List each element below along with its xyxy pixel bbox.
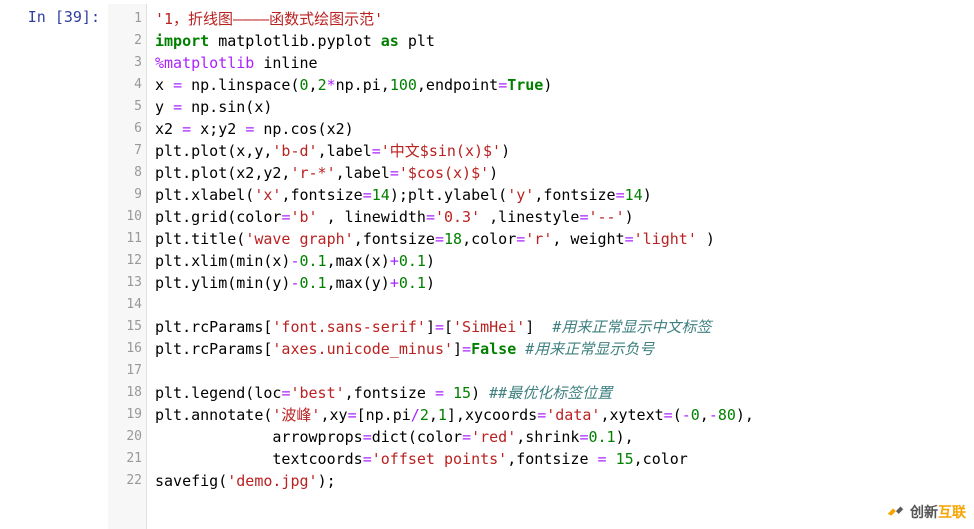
- code-line: import matplotlib.pyplot as plt: [155, 30, 974, 52]
- line-number: 10: [108, 206, 142, 228]
- code-line: plt.title('wave graph',fontsize=18,color…: [155, 228, 974, 250]
- line-number: 14: [108, 294, 142, 316]
- line-number: 2: [108, 30, 142, 52]
- code-line: plt.annotate('波峰',xy=[np.pi/2,1],xycoord…: [155, 404, 974, 426]
- line-number: 11: [108, 228, 142, 250]
- line-number: 4: [108, 74, 142, 96]
- line-number-gutter: 12345678910111213141516171819202122: [108, 4, 147, 529]
- code-line: plt.plot(x2,y2,'r-*',label='$cos(x)$'): [155, 162, 974, 184]
- line-number: 3: [108, 52, 142, 74]
- code-line: plt.legend(loc='best',fontsize = 15) ##最…: [155, 382, 974, 404]
- line-number: 6: [108, 118, 142, 140]
- line-number: 18: [108, 382, 142, 404]
- line-number: 12: [108, 250, 142, 272]
- code-line: [155, 360, 974, 382]
- line-number: 16: [108, 338, 142, 360]
- logo-text: 互联: [938, 502, 966, 522]
- code-line: [155, 294, 974, 316]
- code-line: textcoords='offset points',fontsize = 15…: [155, 448, 974, 470]
- prompt-number: [39]:: [55, 8, 100, 26]
- line-number: 20: [108, 426, 142, 448]
- code-line: x2 = x;y2 = np.cos(x2): [155, 118, 974, 140]
- watermark-logo: 创新互联: [884, 501, 966, 523]
- line-number: 8: [108, 162, 142, 184]
- code-line: plt.xlabel('x',fontsize=14);plt.ylabel('…: [155, 184, 974, 206]
- line-number: 17: [108, 360, 142, 382]
- code-line: arrowprops=dict(color='red',shrink=0.1),: [155, 426, 974, 448]
- logo-text: 创新: [910, 502, 938, 522]
- line-number: 7: [108, 140, 142, 162]
- line-number: 1: [108, 8, 142, 30]
- line-number: 21: [108, 448, 142, 470]
- line-number: 22: [108, 470, 142, 492]
- code-line: %matplotlib inline: [155, 52, 974, 74]
- line-number: 9: [108, 184, 142, 206]
- code-line: plt.xlim(min(x)-0.1,max(x)+0.1): [155, 250, 974, 272]
- logo-icon: [884, 501, 906, 523]
- line-number: 15: [108, 316, 142, 338]
- code-line: plt.ylim(min(y)-0.1,max(y)+0.1): [155, 272, 974, 294]
- line-number: 5: [108, 96, 142, 118]
- cell-prompt: In [39]:: [0, 4, 108, 529]
- prompt-label: In: [28, 8, 46, 26]
- notebook-cell: In [39]: 1234567891011121314151617181920…: [0, 0, 974, 529]
- code-editor[interactable]: '1，折线图————函数式绘图示范' import matplotlib.pyp…: [147, 4, 974, 529]
- line-number: 13: [108, 272, 142, 294]
- code-line: '1，折线图————函数式绘图示范': [155, 8, 974, 30]
- code-line: plt.grid(color='b' , linewidth='0.3' ,li…: [155, 206, 974, 228]
- code-line: savefig('demo.jpg');: [155, 470, 974, 492]
- code-line: plt.rcParams['font.sans-serif']=['SimHei…: [155, 316, 974, 338]
- code-line: y = np.sin(x): [155, 96, 974, 118]
- code-line: plt.plot(x,y,'b-d',label='中文$sin(x)$'): [155, 140, 974, 162]
- code-line: plt.rcParams['axes.unicode_minus']=False…: [155, 338, 974, 360]
- code-line: x = np.linspace(0,2*np.pi,100,endpoint=T…: [155, 74, 974, 96]
- line-number: 19: [108, 404, 142, 426]
